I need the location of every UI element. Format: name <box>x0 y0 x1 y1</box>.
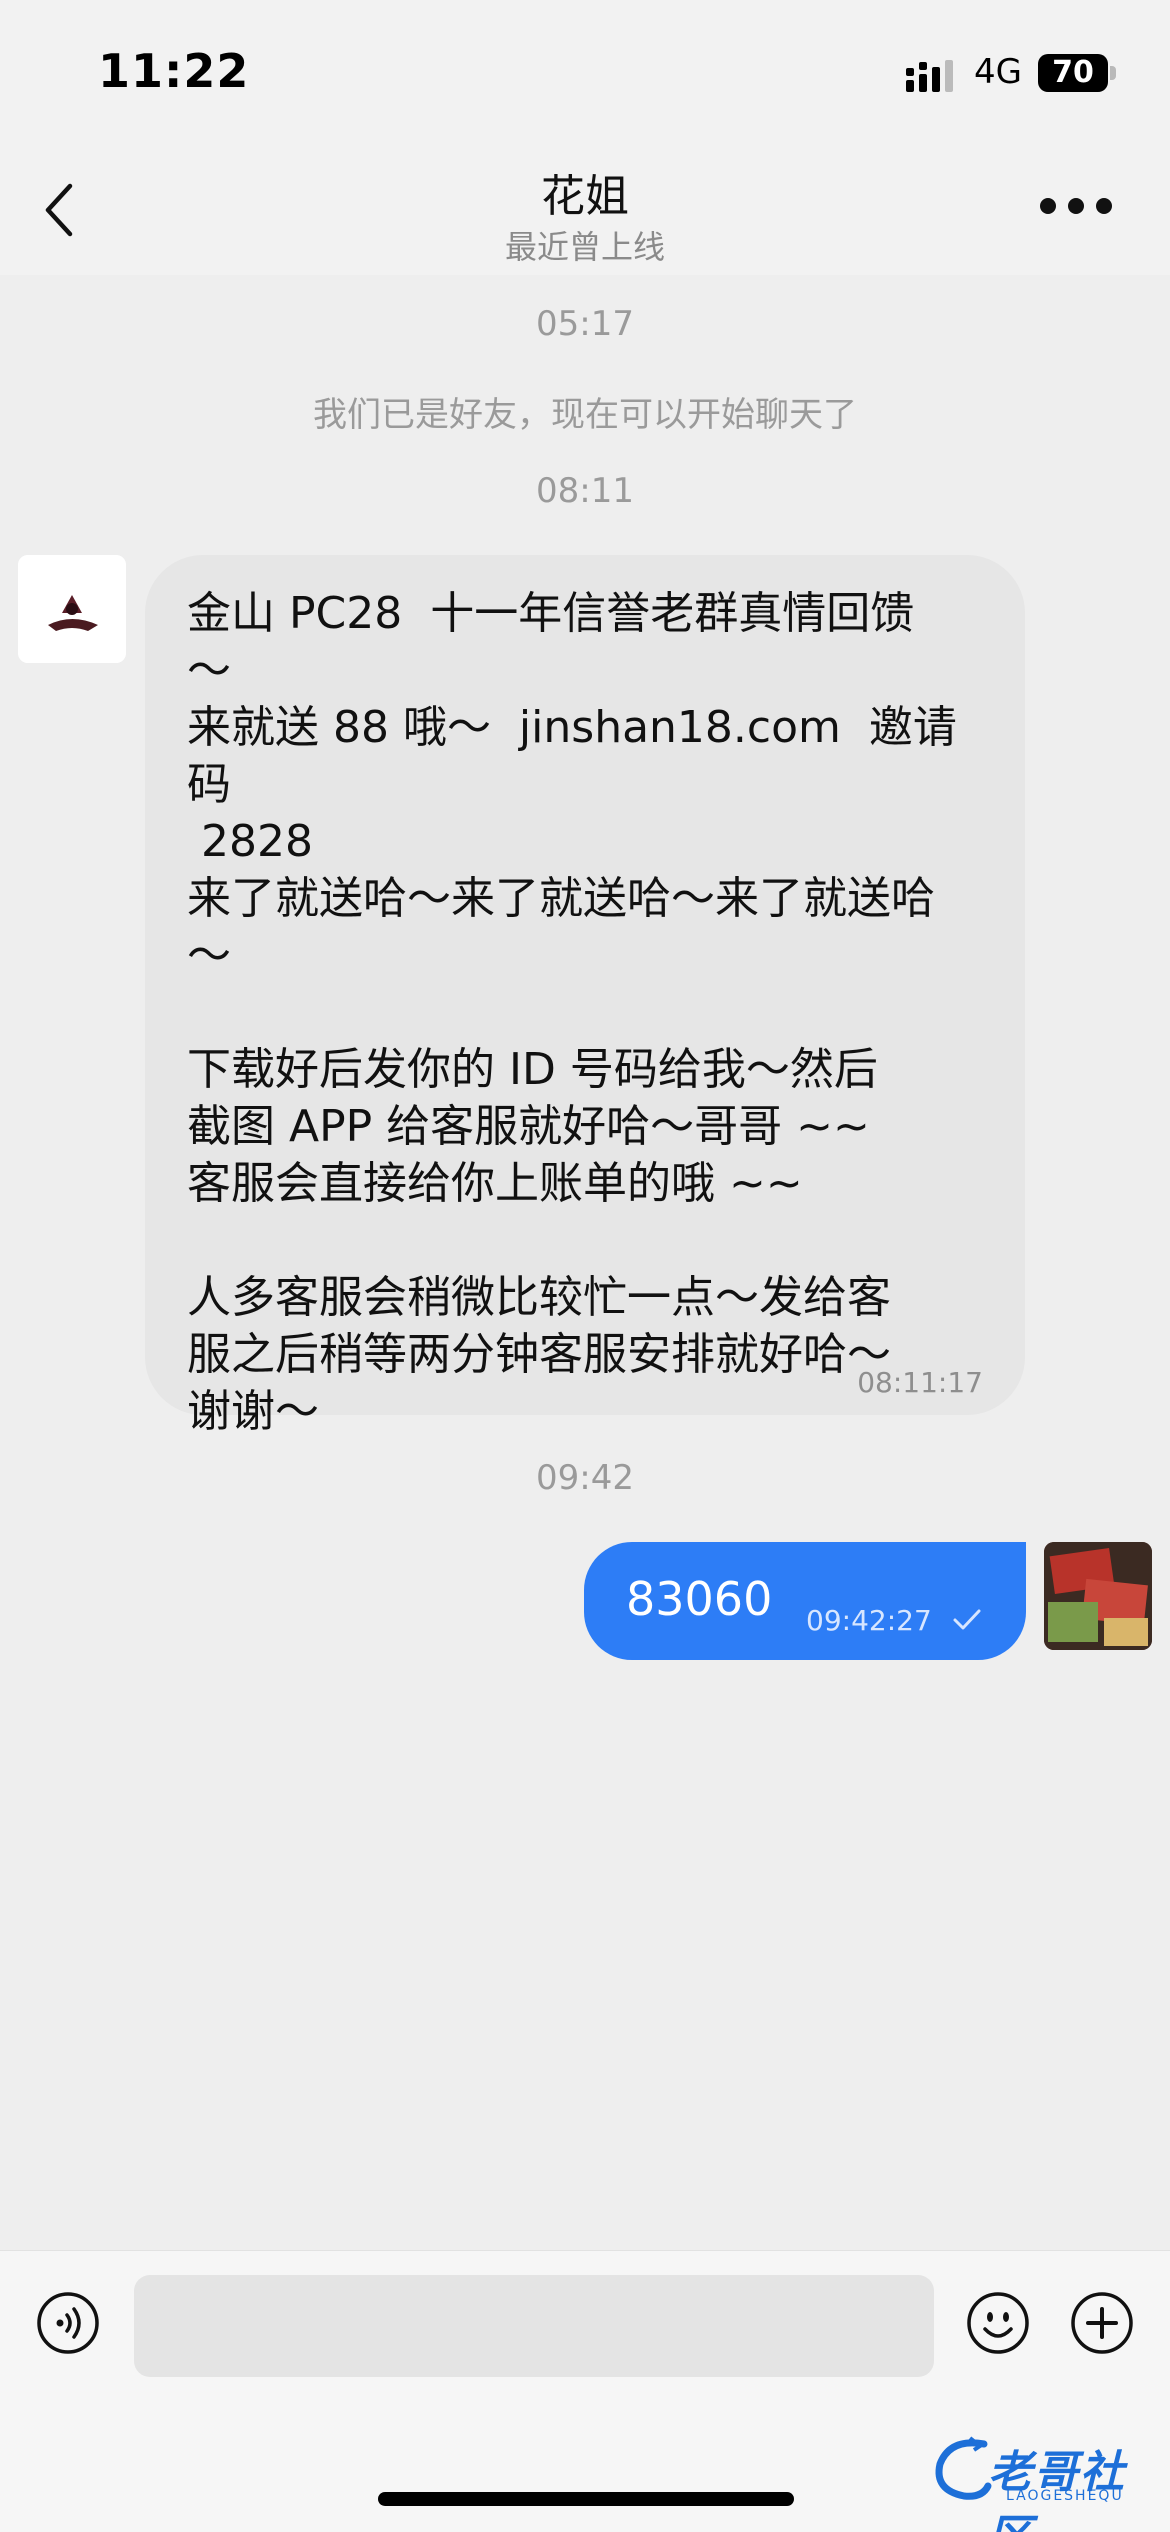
battery-icon: 70 <box>1038 54 1108 92</box>
avatar-image <box>18 555 126 663</box>
contact-avatar[interactable] <box>18 555 126 663</box>
message-line: 来了就送哈～来了就送哈～来了就送哈 <box>187 873 935 924</box>
message-input[interactable] <box>134 2275 934 2377</box>
contact-name[interactable]: 花姐 <box>0 160 1170 224</box>
contact-status: 最近曾上线 <box>504 228 665 266</box>
message-timestamp: 08:11:17 <box>857 1366 983 1399</box>
check-icon <box>953 1609 981 1630</box>
time-separator: 08:11 <box>536 471 634 511</box>
chat-area[interactable]: 05:17 我们已是好友，现在可以开始聊天了 08:11 金山 PC28 十一年… <box>0 275 1170 2250</box>
message-line <box>187 1212 985 1269</box>
time-separator: 09:42 <box>536 1458 634 1498</box>
incoming-message-bubble[interactable]: 金山 PC28 十一年信誉老群真情回馈 ～ 来就送 88 哦～ jinshan1… <box>145 555 1025 1437</box>
message-line: 2828 <box>187 816 313 867</box>
status-bar: 11:22 4G 70 <box>0 0 1170 140</box>
message-line: 客服会直接给你上账单的哦 ~~ <box>187 1158 803 1209</box>
more-options-button[interactable] <box>1040 194 1112 218</box>
bottom-area: 老哥社区 LAOGESHEQU <box>0 2400 1170 2532</box>
emoji-icon[interactable] <box>966 2291 1030 2355</box>
nav-bar: 花姐 最近曾上线 <box>0 140 1170 275</box>
message-timestamp: 09:42:27 <box>806 1604 932 1637</box>
watermark-subtext: LAOGESHEQU <box>1006 2488 1124 2504</box>
message-line: 下载好后发你的 ID 号码给我～然后 <box>187 1044 878 1095</box>
dot-icon <box>1096 198 1112 214</box>
input-bar <box>0 2250 1170 2400</box>
message-line: ～ <box>187 930 231 981</box>
status-time: 11:22 <box>98 44 250 98</box>
dot-icon <box>1068 198 1084 214</box>
time-separator: 05:17 <box>536 304 634 344</box>
message-line <box>187 984 985 1041</box>
system-message: 我们已是好友，现在可以开始聊天了 <box>313 395 857 435</box>
outgoing-message-bubble[interactable]: 83060 09:42:27 <box>584 1542 1026 1660</box>
network-type: 4G <box>974 52 1022 92</box>
message-line: ～ <box>187 645 231 696</box>
message-line: 金山 PC28 十一年信誉老群真情回馈 <box>187 588 915 639</box>
dragon-icon <box>935 2436 992 2500</box>
message-line: 来就送 88 哦～ jinshan18.com 邀请码 <box>187 702 957 810</box>
plus-icon[interactable] <box>1070 2291 1134 2355</box>
signal-icon <box>906 60 953 92</box>
dot-icon <box>1040 198 1056 214</box>
watermark-logo: 老哥社区 LAOGESHEQU <box>930 2430 1160 2532</box>
message-text: 83060 <box>626 1572 773 1626</box>
battery-cap <box>1110 66 1116 80</box>
message-line: 人多客服会稍微比较忙一点～发给客 <box>187 1272 891 1323</box>
user-avatar[interactable] <box>1044 1542 1152 1650</box>
home-indicator[interactable] <box>378 2492 794 2506</box>
watermark-text: 老哥社区 <box>988 2447 1126 2532</box>
voice-icon[interactable] <box>36 2291 100 2355</box>
message-line: 截图 APP 给客服就好哈～哥哥 ~~ <box>187 1101 870 1152</box>
avatar-image <box>1044 1542 1152 1650</box>
